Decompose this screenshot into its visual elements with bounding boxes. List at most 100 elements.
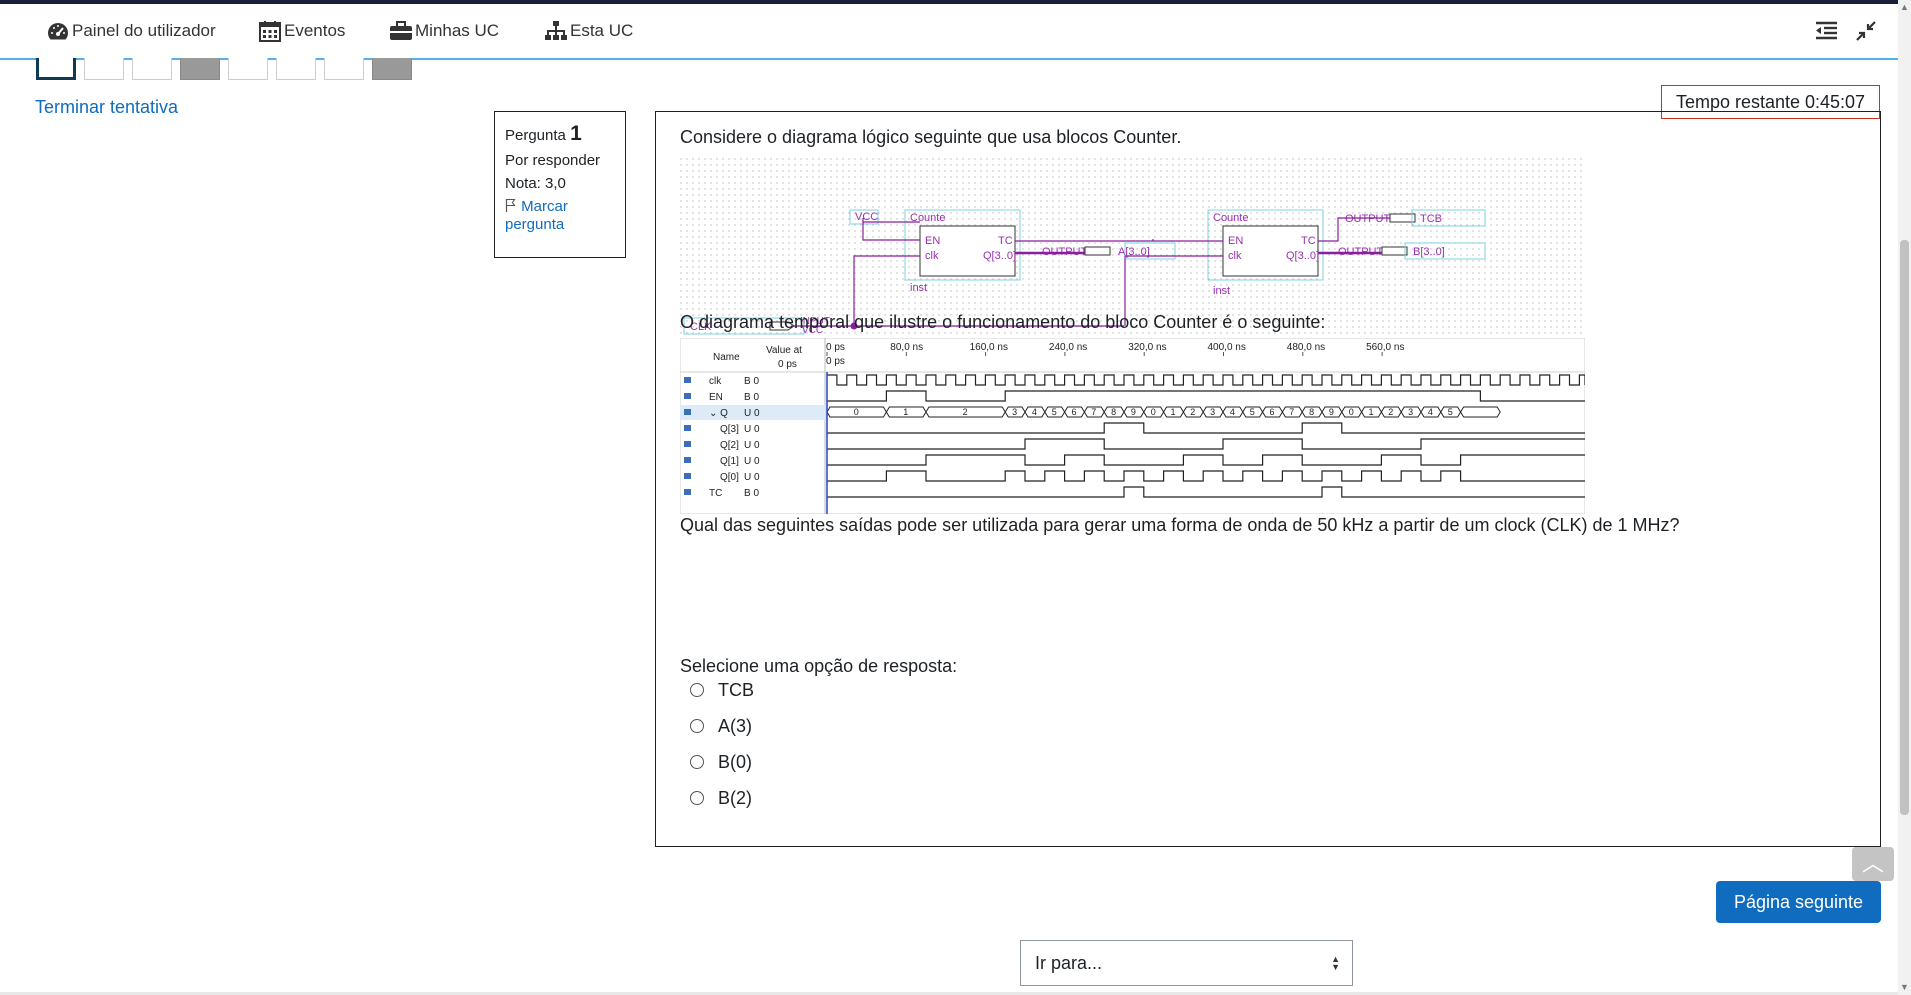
quiz-nav-question-1[interactable] [36,58,76,80]
scroll-to-top-button[interactable]: ︿ [1852,847,1894,881]
signal-value: U 0 [744,440,760,451]
timing-diagram: Name Value at 0 ps 0 ps 0 ps 80,0 ns 160,0… [680,338,1585,514]
time-tick-label: 80,0 ns [890,342,923,353]
quiz-nav-question-7[interactable] [324,58,364,80]
nav-events[interactable]: Eventos [258,20,345,42]
counter1-inst-label: inst [910,282,927,294]
radio-option-1[interactable] [690,683,704,697]
q-bus-value: 7 [1289,407,1294,417]
answer-option-4[interactable]: B(2) [690,780,754,816]
q-bus-value: 2 [1190,407,1195,417]
q-bus-value: 6 [1072,407,1077,417]
signal-icon [684,425,691,431]
answer-option-3[interactable]: B(0) [690,744,754,780]
q-bus-value: 4 [1428,407,1433,417]
radio-option-2[interactable] [690,719,704,733]
signal-icon [684,441,691,447]
q-bus-value: 7 [1091,407,1096,417]
counter2-label: Counte [1213,212,1248,224]
output-tcb-label: OUTPUT [1345,213,1391,225]
question-content: Considere o diagrama lógico seguinte que… [655,111,1881,847]
question-grade: Nota: 3,0 [505,175,566,192]
q-bus-value: 2 [963,407,968,417]
question-info-box: Pergunta 1 Por responder Nota: 3,0 Marca… [494,111,626,258]
flag-question-link[interactable]: Marcar pergunta [505,198,615,234]
q-bus-value: 0 [1151,407,1156,417]
answer-options: TCB A(3) B(0) B(2) [690,672,754,816]
page-scrollbar-thumb[interactable] [1900,240,1909,815]
question-prompt: Qual das seguintes saídas pode ser utili… [680,515,1680,535]
collapse-fullscreen-button[interactable] [1853,18,1879,44]
signal-name: Q[2] [720,440,739,451]
q-bus-value: 2 [1388,407,1393,417]
drawer-toggle-button[interactable] [1813,18,1839,44]
time-tick-label: 160,0 ns [970,342,1008,353]
timing-header-value2: 0 ps [778,359,797,370]
q-bus-value: 5 [1448,407,1453,417]
timing-header-value: Value at [766,345,802,356]
q-bus-value: 3 [1012,407,1017,417]
nav-this-course[interactable]: Esta UC [544,20,633,42]
counter2-en-port: EN [1228,235,1243,247]
signal-icon [684,489,691,495]
signal-value: U 0 [744,408,760,419]
scroll-down-arrow-icon[interactable]: ▼ [1900,982,1909,992]
radio-option-3[interactable] [690,755,704,769]
counter1-en-port: EN [925,235,940,247]
q-bus-value: 1 [1171,407,1176,417]
nav-my-courses[interactable]: Minhas UC [389,20,499,42]
q-bus-value: 4 [1032,407,1037,417]
time-tick-label: 320,0 ns [1128,342,1166,353]
nav-events-label: Eventos [284,21,346,40]
svg-text:VCC: VCC [855,211,878,223]
quiz-nav-question-4[interactable] [180,58,220,80]
navbar: Painel do utilizador Eventos Minhas UC E… [0,4,1898,60]
nav-dashboard[interactable]: Painel do utilizador [46,20,216,42]
jump-to-select[interactable]: Ir para... ▲ ▼ [1020,940,1353,986]
signal-value: U 0 [744,456,760,467]
quiz-nav-question-5[interactable] [228,58,268,80]
scroll-up-arrow-icon[interactable]: ▲ [1900,2,1909,12]
vcc-label: VCC [855,211,878,223]
quiz-nav-question-6[interactable] [276,58,316,80]
quiz-nav-question-3[interactable] [132,58,172,80]
q-bus-value: 0 [1349,407,1354,417]
q-bus-value: 5 [1250,407,1255,417]
output-b-name: B[3..0] [1413,246,1445,258]
finish-attempt-link[interactable]: Terminar tentativa [35,97,178,118]
time-tick-label: 400,0 ns [1208,342,1246,353]
signal-name: Q[0] [720,472,739,483]
time-tick-label: 560,0 ns [1366,342,1404,353]
question-number: Pergunta 1 [505,122,582,145]
answer-option-1[interactable]: TCB [690,672,754,708]
q-bus-value: 3 [1408,407,1413,417]
counter1-tc-port: TC [998,235,1013,247]
quiz-nav-question-8[interactable] [372,58,412,80]
counter2-tc-port: TC [1301,235,1316,247]
select-caret-icon: ▲ ▼ [1331,954,1340,972]
q-bus-value: 1 [903,407,908,417]
signal-icon [684,457,691,463]
signal-name: ⌄ Q [709,408,728,419]
next-page-button[interactable]: Página seguinte [1716,881,1881,923]
answer-option-2[interactable]: A(3) [690,708,754,744]
q-bus-value: 9 [1329,407,1334,417]
signal-icon [684,393,691,399]
radio-option-4[interactable] [690,791,704,805]
signal-name: clk [709,376,722,387]
compress-icon [1856,21,1876,41]
counter2-inst-label: inst [1213,285,1230,297]
signal-name: TC [709,488,722,499]
signal-value: B 0 [744,488,759,499]
question-status: Por responder [505,152,601,169]
briefcase-icon [390,21,412,40]
timing-intro: O diagrama temporal que ilustre o funcio… [680,312,1326,332]
timing-header-name: Name [713,352,740,363]
counter2-clk-port: clk [1228,250,1242,262]
flag-icon [505,198,516,212]
quiz-nav-question-2[interactable] [84,58,124,80]
sitemap-icon [545,21,567,40]
signal-icon [684,473,691,479]
time-tick-label: 480,0 ns [1287,342,1325,353]
quiz-navigation [36,58,412,80]
